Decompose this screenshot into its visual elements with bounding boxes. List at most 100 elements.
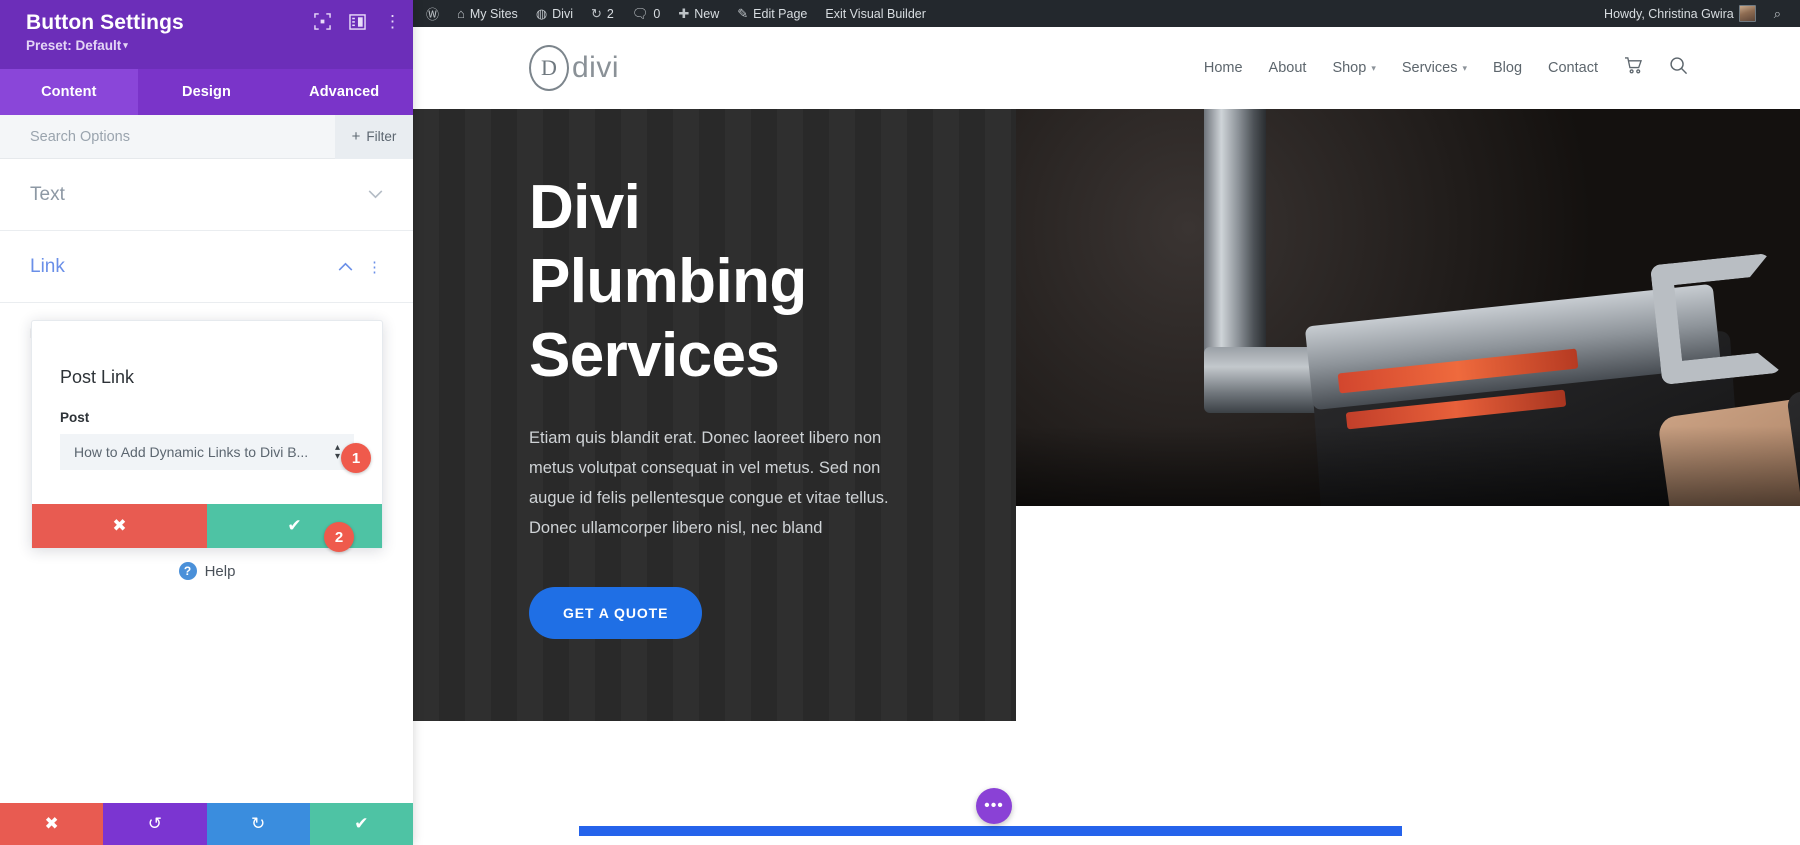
settings-tabs: Content Design Advanced <box>0 69 413 115</box>
pencil-icon: ✎ <box>737 5 749 21</box>
hero-heading-line-3: Services <box>529 321 780 390</box>
admin-bar-search-button[interactable]: ⌕ <box>1765 0 1790 27</box>
search-icon[interactable] <box>1669 56 1688 80</box>
plus-icon: + <box>351 128 361 145</box>
post-link-modal-title: Post Link <box>60 367 135 387</box>
site-logo[interactable]: D divi <box>529 45 619 91</box>
settings-header-icons: ⋮ <box>314 13 401 30</box>
post-link-modal: Post Link Post How to Add Dynamic Links … <box>31 320 383 549</box>
layout-toggle-icon[interactable] <box>349 13 366 30</box>
admin-bar-label: New <box>694 6 720 21</box>
admin-bar-item-comments[interactable]: 🗨 0 <box>623 0 669 27</box>
howdy-label: Howdy, Christina Gwira <box>1604 6 1734 21</box>
settings-panel-header: Button Settings Preset: Default ▾ ⋮ <box>0 0 413 69</box>
tab-content[interactable]: Content <box>0 69 138 115</box>
comment-icon: 🗨 <box>631 5 649 21</box>
get-a-quote-button[interactable]: GET A QUOTE <box>529 587 703 639</box>
close-button[interactable]: ✖ <box>0 803 104 845</box>
avatar <box>1738 5 1756 22</box>
nav-label: Home <box>1203 60 1243 76</box>
admin-bar-item-new[interactable]: ✚ New <box>669 0 728 27</box>
preset-selector[interactable]: Preset: Default ▾ <box>26 38 397 53</box>
wp-logo-icon[interactable]: Ⓦ <box>417 0 448 27</box>
hero-heading: Divi Plumbing Services <box>529 171 1016 393</box>
nav-label: About <box>1268 60 1307 76</box>
hero-heading-line-2: Plumbing <box>529 247 807 316</box>
section-title: Link <box>30 255 65 277</box>
image-vignette <box>1016 426 1800 506</box>
post-link-cancel-button[interactable]: ✖ <box>32 504 207 548</box>
button-settings-panel: Button Settings Preset: Default ▾ ⋮ Cont… <box>0 0 413 845</box>
chevron-down-icon: ▾ <box>1462 62 1467 73</box>
nav-item-contact[interactable]: Contact <box>1548 60 1598 76</box>
hero-paragraph: Etiam quis blandit erat. Donec laoreet l… <box>529 429 889 537</box>
undo-button[interactable]: ↺ <box>103 803 207 845</box>
nav-item-shop[interactable]: Shop ▾ <box>1332 60 1375 76</box>
section-link[interactable]: Link ⋮ <box>0 231 413 303</box>
post-select-value: How to Add Dynamic Links to Divi B... <box>74 444 309 460</box>
pipe-shape <box>1204 109 1266 369</box>
section-text[interactable]: Text <box>0 159 413 231</box>
nav-item-home[interactable]: Home <box>1204 60 1243 76</box>
search-input[interactable] <box>0 128 335 145</box>
hero-image <box>1016 109 1800 506</box>
hero-section: Divi Plumbing Services Etiam quis blandi… <box>413 109 1800 845</box>
post-link-confirm-button[interactable]: ✔ <box>207 504 382 548</box>
wordpress-icon: Ⓦ <box>426 7 440 22</box>
module-settings-fab[interactable]: ••• <box>976 788 1012 824</box>
admin-bar-item-divi[interactable]: ◍ Divi <box>527 0 582 27</box>
step-badge-2: 2 <box>324 522 354 552</box>
search-icon: ⌕ <box>1773 5 1781 21</box>
filter-button-label: Filter <box>366 129 397 144</box>
admin-bar-item-exit-visual-builder[interactable]: Exit Visual Builder <box>816 0 935 27</box>
help-link[interactable]: ? Help <box>31 562 383 580</box>
fullscreen-icon[interactable] <box>314 13 331 30</box>
nav-item-blog[interactable]: Blog <box>1493 60 1522 76</box>
divi-icon: ◍ <box>535 5 548 21</box>
admin-bar-item-my-sites[interactable]: ⌂ My Sites <box>448 0 527 27</box>
chevron-up-icon[interactable] <box>338 259 353 274</box>
site-header: D divi Home About Shop ▾ Services ▾ Blog… <box>413 27 1800 109</box>
redo-button[interactable]: ↻ <box>206 803 310 845</box>
nav-label: Contact <box>1548 60 1598 76</box>
wrench-head-shape <box>1650 253 1782 385</box>
admin-bar-label: Divi <box>552 6 573 21</box>
post-link-modal-body: Post Link Post How to Add Dynamic Links … <box>32 321 382 504</box>
section-more-menu-icon[interactable]: ⋮ <box>367 258 383 276</box>
spinner-arrows-icon: ▴ ▾ <box>334 442 340 462</box>
selection-highlight-bar <box>579 826 1402 836</box>
filter-button[interactable]: + Filter <box>335 114 413 159</box>
hero-heading-line-1: Divi <box>529 173 641 242</box>
site-nav: Home About Shop ▾ Services ▾ Blog Contac… <box>1204 56 1800 80</box>
updates-count: 2 <box>606 6 614 21</box>
save-button[interactable]: ✔ <box>309 803 413 845</box>
chevron-down-icon: ▾ <box>123 40 128 50</box>
settings-footer: ✖ ↺ ↻ ✔ <box>0 803 413 845</box>
logo-text: divi <box>572 51 620 84</box>
settings-more-menu-icon[interactable]: ⋮ <box>384 13 401 30</box>
hero-text-column: Divi Plumbing Services Etiam quis blandi… <box>413 109 1016 721</box>
wp-admin-bar: Ⓦ ⌂ My Sites ◍ Divi ↻ 2 🗨 0 ✚ New ✎ Edit… <box>413 0 1800 27</box>
comments-count: 0 <box>653 6 661 21</box>
admin-bar-label: My Sites <box>469 6 518 21</box>
search-row: + Filter <box>0 114 413 159</box>
post-field-label: Post <box>60 410 90 425</box>
cart-icon[interactable] <box>1624 57 1643 79</box>
tab-design[interactable]: Design <box>138 69 276 115</box>
admin-bar-account[interactable]: Howdy, Christina Gwira <box>1595 0 1765 27</box>
home-icon: ⌂ <box>457 6 465 21</box>
logo-mark-icon: D <box>529 45 569 91</box>
nav-item-services[interactable]: Services ▾ <box>1402 60 1467 76</box>
admin-bar-item-edit-page[interactable]: ✎ Edit Page <box>728 0 816 27</box>
preset-label: Preset: Default <box>26 38 122 53</box>
nav-label: Shop <box>1332 60 1367 76</box>
visual-builder-page: Ⓦ ⌂ My Sites ◍ Divi ↻ 2 🗨 0 ✚ New ✎ Edit… <box>413 0 1800 845</box>
tab-advanced[interactable]: Advanced <box>275 69 413 115</box>
post-select[interactable]: How to Add Dynamic Links to Divi B... ▴ ▾ <box>60 434 354 470</box>
section-title: Text <box>30 183 65 205</box>
nav-item-about[interactable]: About <box>1269 60 1307 76</box>
updates-icon: ↻ <box>591 5 602 21</box>
step-badge-1: 1 <box>341 443 371 473</box>
admin-bar-item-updates[interactable]: ↻ 2 <box>582 0 623 27</box>
admin-bar-label: Exit Visual Builder <box>825 6 926 21</box>
